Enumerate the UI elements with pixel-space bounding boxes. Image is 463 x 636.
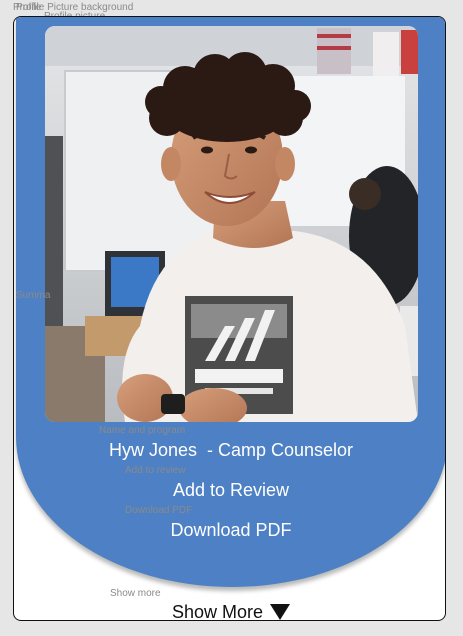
layer-label-add-to-review: Add to review	[125, 465, 186, 476]
show-more-button[interactable]: Show More	[14, 602, 445, 621]
profile-picture	[45, 26, 418, 422]
layer-label-download-pdf: Download PDF	[125, 505, 193, 516]
triangle-down-icon	[270, 604, 291, 620]
profile-photo-illustration	[45, 26, 418, 422]
add-to-review-button[interactable]: Add to Review	[134, 479, 328, 501]
layer-label-name-and-program: Name and program	[99, 425, 186, 436]
show-more-label: Show More	[171, 602, 264, 621]
download-pdf-button[interactable]: Download PDF	[134, 519, 328, 541]
layer-label-show-more: Show more	[110, 588, 161, 599]
profile-card: Summa Name and program Hyw Jones - Camp …	[13, 16, 446, 621]
name-and-program: Hyw Jones - Camp Counselor	[108, 440, 354, 460]
layer-label-summary: Summa	[16, 290, 51, 301]
